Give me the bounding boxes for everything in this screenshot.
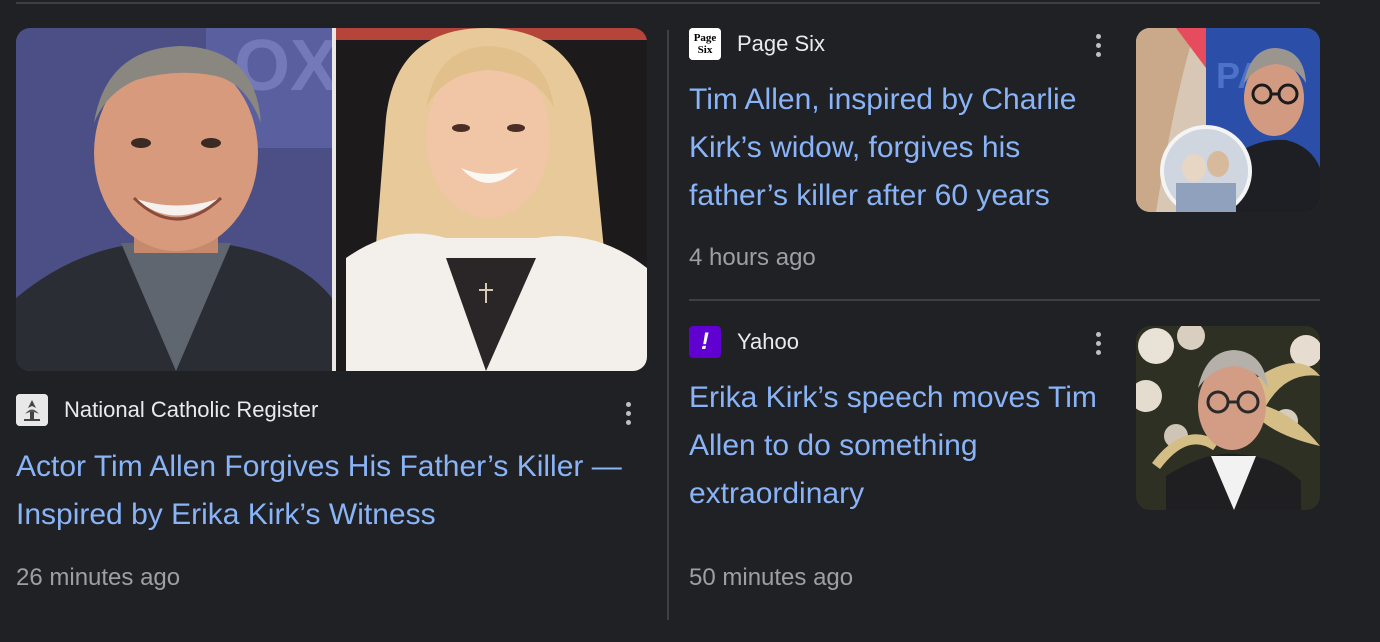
yahoo-logo-glyph: !: [701, 328, 709, 355]
story-3-thumbnail[interactable]: [1136, 326, 1320, 510]
story-2-thumbnail[interactable]: PA: [1136, 28, 1320, 212]
story-2-photo: PA: [1136, 28, 1320, 212]
story-1-photo: OX: [16, 28, 647, 371]
story-1-source-name: National Catholic Register: [64, 397, 319, 422]
story-1-image[interactable]: OX: [16, 28, 647, 371]
story-3-photo: [1136, 326, 1320, 510]
page-six-logo-icon: Page Six: [689, 28, 721, 60]
story-3-source-name: Yahoo: [737, 329, 799, 354]
story-2-headline[interactable]: Tim Allen, inspired by Charlie Kirk’s wi…: [689, 76, 1109, 220]
story-1-headline[interactable]: Actor Tim Allen Forgives His Father’s Ki…: [16, 443, 636, 539]
news-cluster: OX National Catholic Register Actor Tim …: [0, 0, 1380, 642]
column-divider: [667, 30, 669, 620]
ncr-logo-icon: [16, 394, 48, 426]
story-1-more-button[interactable]: [618, 396, 638, 430]
story-1-source[interactable]: National Catholic Register: [16, 394, 318, 426]
yahoo-logo-icon: !: [689, 326, 721, 358]
row-divider: [689, 299, 1320, 301]
story-3-time: 50 minutes ago: [689, 564, 854, 591]
story-3-source[interactable]: ! Yahoo: [689, 326, 799, 358]
top-divider: [16, 2, 1320, 4]
story-3-headline[interactable]: Erika Kirk’s speech moves Tim Allen to d…: [689, 374, 1109, 518]
story-2-source-name: Page Six: [737, 31, 826, 56]
svg-text:Six: Six: [698, 44, 713, 56]
story-3-more-button[interactable]: [1088, 326, 1108, 360]
story-2-time: 4 hours ago: [689, 244, 816, 271]
story-2-source[interactable]: Page Six Page Six: [689, 28, 825, 60]
story-1-time: 26 minutes ago: [16, 564, 181, 591]
svg-text:Page: Page: [694, 32, 717, 44]
story-2-more-button[interactable]: [1088, 28, 1108, 62]
